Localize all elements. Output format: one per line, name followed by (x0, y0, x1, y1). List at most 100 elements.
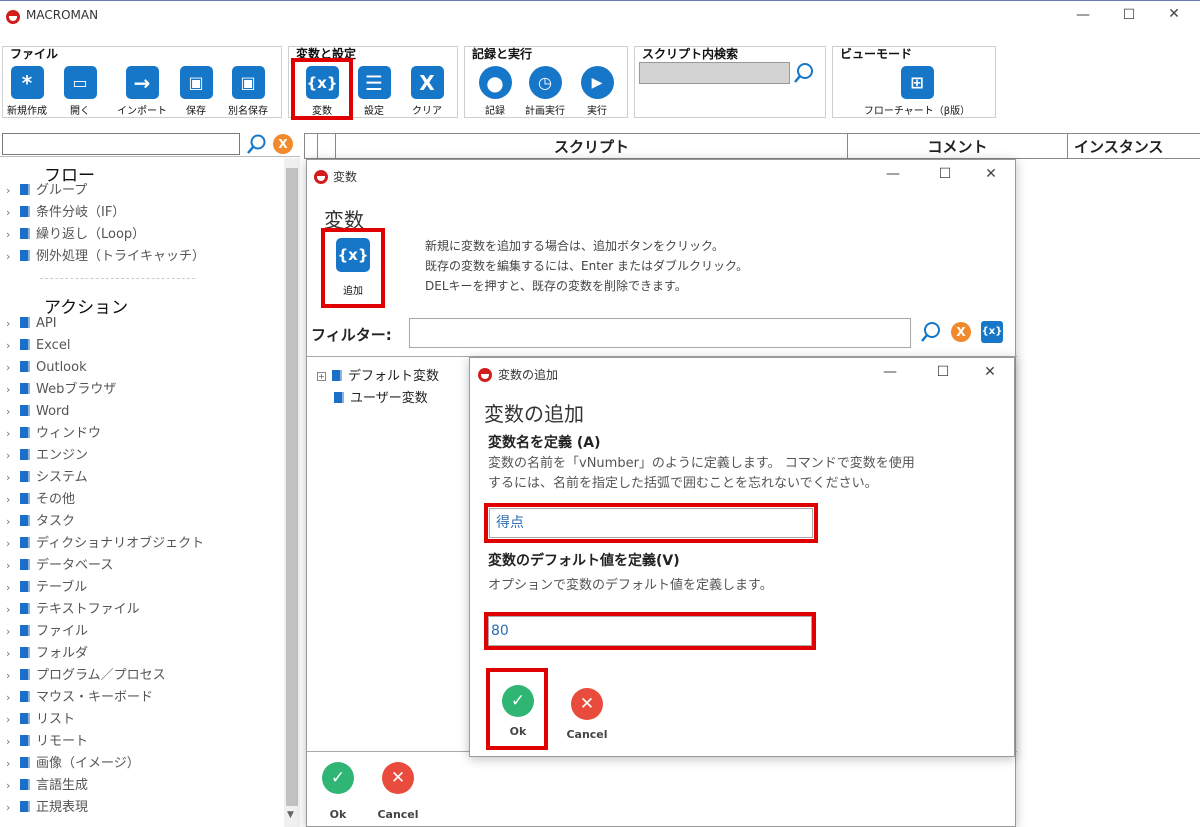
expand-chevron-icon[interactable]: › (6, 401, 20, 423)
variable-name-input[interactable]: 得点 (489, 508, 813, 538)
expand-chevron-icon[interactable]: › (6, 202, 20, 224)
action-item[interactable]: › API (6, 313, 286, 335)
action-item[interactable]: › 言語生成 (6, 775, 286, 797)
action-search-input[interactable] (2, 133, 240, 155)
clear-search-icon[interactable]: X (273, 134, 293, 154)
add-variable-button[interactable]: {x} 追加 (333, 238, 373, 297)
action-item[interactable]: › リモート (6, 731, 286, 753)
save-button[interactable]: ▣ 保存 (174, 66, 218, 117)
column-comment[interactable]: コメント (848, 134, 1068, 159)
action-item[interactable]: › テキストファイル (6, 599, 286, 621)
expand-chevron-icon[interactable]: › (6, 335, 20, 357)
variables-dialog-maximize-icon[interactable]: ☐ (935, 166, 955, 182)
expand-chevron-icon[interactable]: › (6, 246, 20, 268)
search-icon[interactable] (792, 61, 816, 85)
expand-chevron-icon[interactable]: › (6, 555, 20, 577)
flowchart-button[interactable]: ⊞ フローチャート（β版） (852, 66, 982, 117)
minimize-icon[interactable]: — (1073, 7, 1093, 23)
filter-search-icon[interactable] (919, 320, 943, 344)
action-item[interactable]: › エンジン (6, 445, 286, 467)
column-script[interactable]: スクリプト (336, 134, 848, 159)
action-item[interactable]: › フォルダ (6, 643, 286, 665)
add-ok-button[interactable]: ✓ Ok (501, 685, 535, 738)
new-button[interactable]: * 新規作成 (4, 66, 50, 117)
expand-chevron-icon[interactable]: › (6, 643, 20, 665)
expand-chevron-icon[interactable]: › (6, 489, 20, 511)
expand-chevron-icon[interactable]: › (6, 797, 20, 819)
expand-chevron-icon[interactable]: › (6, 753, 20, 775)
add-cancel-button[interactable]: ✕ Cancel (566, 688, 608, 741)
clear-button[interactable]: X クリア (404, 66, 450, 117)
left-scrollbar[interactable]: ▼ (284, 158, 300, 827)
flow-item[interactable]: › 例外処理（トライキャッチ） (6, 246, 286, 268)
expand-chevron-icon[interactable]: › (6, 313, 20, 335)
column-instance[interactable]: インスタンス (1074, 134, 1194, 159)
action-item[interactable]: › リスト (6, 709, 286, 731)
expand-chevron-icon[interactable]: › (6, 511, 20, 533)
expand-chevron-icon[interactable]: › (6, 379, 20, 401)
settings-button[interactable]: ☰ 設定 (352, 66, 396, 117)
add-dialog-minimize-icon[interactable]: — (880, 364, 900, 380)
close-icon[interactable]: ✕ (1164, 6, 1184, 22)
add-dialog-close-icon[interactable]: ✕ (980, 364, 1000, 380)
action-item[interactable]: › Webブラウザ (6, 379, 286, 401)
expand-chevron-icon[interactable]: › (6, 180, 20, 202)
action-item[interactable]: › 正規表現 (6, 797, 286, 819)
filter-clear-icon[interactable]: X (951, 322, 971, 342)
action-item[interactable]: › Word (6, 401, 286, 423)
action-item[interactable]: › テーブル (6, 577, 286, 599)
tree-user-vars[interactable]: ユーザー変数 (334, 387, 428, 406)
expand-chevron-icon[interactable]: › (6, 467, 20, 489)
expand-chevron-icon[interactable]: › (6, 445, 20, 467)
expand-icon[interactable]: + (317, 372, 326, 381)
flow-item[interactable]: › グループ (6, 180, 286, 202)
filter-variable-icon[interactable]: {x} (981, 321, 1003, 343)
save-as-button[interactable]: ▣ 別名保存 (222, 66, 274, 117)
action-item[interactable]: › Outlook (6, 357, 286, 379)
variables-button[interactable]: {x} 変数 (298, 66, 346, 117)
expand-chevron-icon[interactable]: › (6, 775, 20, 797)
flow-item[interactable]: › 条件分岐（IF） (6, 202, 286, 224)
action-item[interactable]: › その他 (6, 489, 286, 511)
action-item[interactable]: › ディクショナリオブジェクト (6, 533, 286, 555)
record-button[interactable]: ● 記録 (474, 66, 516, 117)
expand-chevron-icon[interactable]: › (6, 423, 20, 445)
action-item[interactable]: › システム (6, 467, 286, 489)
add-dialog-maximize-icon[interactable]: ☐ (933, 364, 953, 380)
script-search-input[interactable] (639, 62, 790, 84)
action-item[interactable]: › 画像（イメージ） (6, 753, 286, 775)
variables-cancel-button[interactable]: ✕ Cancel (377, 762, 419, 821)
expand-chevron-icon[interactable]: › (6, 357, 20, 379)
action-item[interactable]: › ファイル (6, 621, 286, 643)
expand-chevron-icon[interactable]: › (6, 665, 20, 687)
variables-dialog-minimize-icon[interactable]: — (883, 166, 903, 182)
action-item[interactable]: › データベース (6, 555, 286, 577)
action-item[interactable]: › Excel (6, 335, 286, 357)
variables-ok-button[interactable]: ✓ Ok (321, 762, 355, 821)
default-value-input[interactable]: 80 (488, 616, 812, 646)
action-item[interactable]: › ウィンドウ (6, 423, 286, 445)
expand-chevron-icon[interactable]: › (6, 533, 20, 555)
expand-chevron-icon[interactable]: › (6, 577, 20, 599)
schedule-button[interactable]: ◷ 計画実行 (520, 66, 570, 117)
import-button[interactable]: → インポート (112, 66, 172, 117)
tree-default-vars[interactable]: + デフォルト変数 (317, 365, 439, 384)
expand-chevron-icon[interactable]: › (6, 731, 20, 753)
expand-chevron-icon[interactable]: › (6, 709, 20, 731)
run-button[interactable]: ▶ 実行 (576, 66, 618, 117)
action-item[interactable]: › プログラム／プロセス (6, 665, 286, 687)
left-search-icon[interactable] (246, 133, 268, 155)
expand-chevron-icon[interactable]: › (6, 599, 20, 621)
expand-chevron-icon[interactable]: › (6, 687, 20, 709)
expand-chevron-icon[interactable]: › (6, 621, 20, 643)
left-scrollbar-thumb[interactable] (286, 168, 298, 806)
flow-item[interactable]: › 繰り返し（Loop） (6, 224, 286, 246)
scroll-down-icon[interactable]: ▼ (287, 810, 294, 820)
variables-dialog-close-icon[interactable]: ✕ (981, 166, 1001, 182)
expand-chevron-icon[interactable]: › (6, 224, 20, 246)
open-button[interactable]: ▭ 開く (58, 66, 102, 117)
action-item[interactable]: › マウス・キーボード (6, 687, 286, 709)
action-item[interactable]: › タスク (6, 511, 286, 533)
maximize-icon[interactable]: ☐ (1119, 7, 1139, 23)
filter-input[interactable] (409, 318, 911, 348)
